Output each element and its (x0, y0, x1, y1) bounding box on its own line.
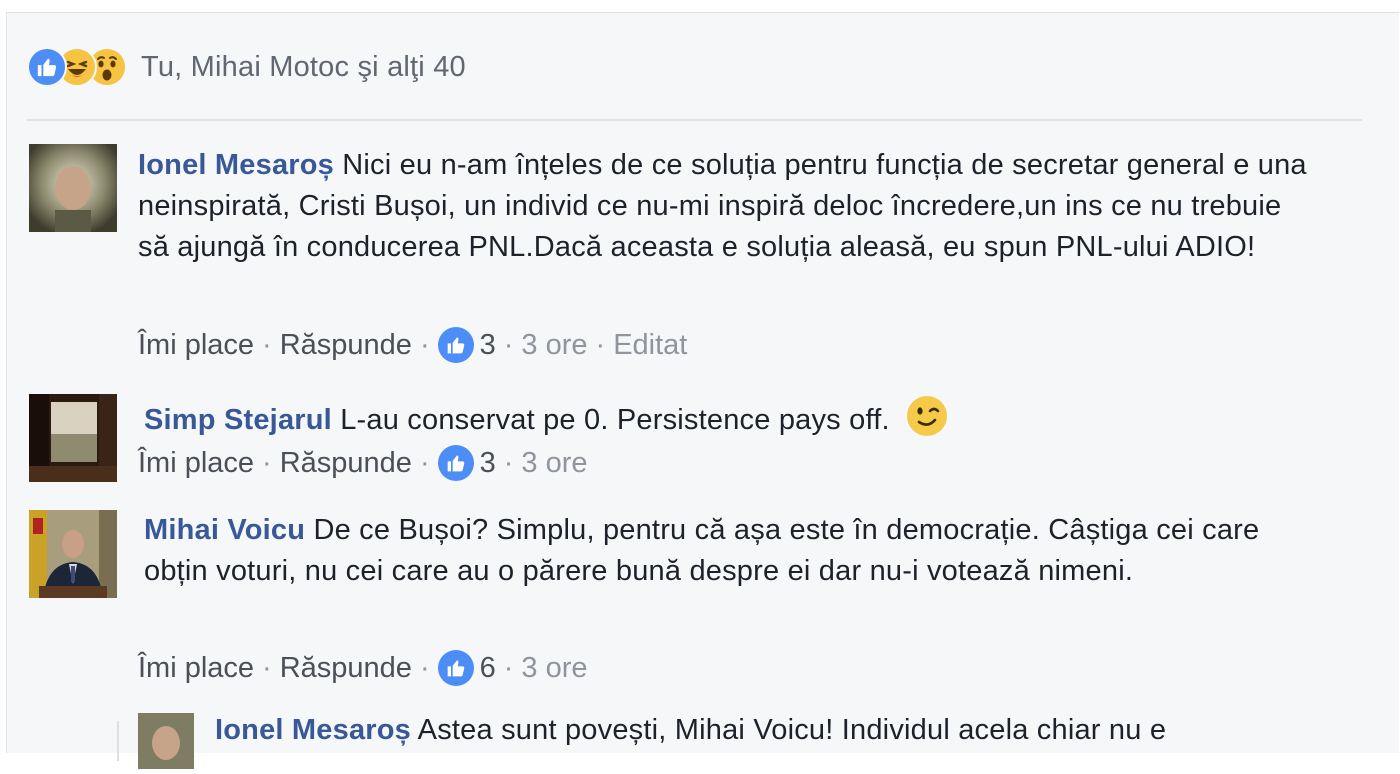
separator: · (262, 446, 272, 479)
separator: · (419, 651, 430, 684)
timestamp[interactable]: 3 ore (521, 447, 587, 480)
like-link[interactable]: Îmi place (138, 329, 254, 362)
separator: · (262, 328, 272, 361)
like-link[interactable]: Îmi place (138, 447, 254, 480)
comment-body: Ionel Mesaroș Astea sunt povești, Mihai … (215, 710, 1315, 751)
separator: · (503, 328, 514, 361)
comment-actions: Îmi place · Răspunde · 3 · 3 ore · Edita… (138, 327, 687, 363)
comment-author[interactable]: Simp Stejarul (144, 404, 332, 436)
avatar[interactable] (29, 394, 117, 482)
like-count[interactable]: 3 (480, 329, 496, 362)
reply-link[interactable]: Răspunde (280, 447, 412, 480)
avatar[interactable] (138, 713, 194, 769)
separator: · (419, 328, 430, 361)
comment-body: Simp Stejarul L-au conservat pe 0. Persi… (144, 395, 1324, 449)
comment-text: Astea sunt povești, Mihai Voicu! Individ… (417, 714, 1167, 746)
like-count[interactable]: 3 (480, 447, 496, 480)
comment-body: Mihai Voicu De ce Bușoi? Simplu, pentru … (144, 510, 1324, 592)
comment-author[interactable]: Ionel Mesaroș (138, 149, 334, 181)
comment-author[interactable]: Mihai Voicu (144, 514, 305, 546)
divider (27, 119, 1362, 121)
comment-actions: Îmi place · Răspunde · 6 · 3 ore (138, 650, 588, 686)
separator: · (419, 446, 430, 479)
comment-body: Ionel Mesaroș Nici eu n-am înțeles de ce… (138, 145, 1318, 268)
comment-actions: Îmi place · Răspunde · 3 · 3 ore (138, 445, 588, 481)
reactors-text[interactable]: Tu, Mihai Motoc şi alţi 40 (141, 51, 466, 84)
like-count-icon[interactable] (437, 445, 474, 481)
like-count[interactable]: 6 (480, 652, 496, 685)
comments-panel: Tu, Mihai Motoc şi alţi 40 Ionel Mesaroș… (6, 12, 1399, 769)
reply-thread-line (117, 721, 119, 761)
separator: · (262, 651, 272, 684)
comment-text: L-au conservat pe 0. Persistence pays of… (340, 404, 890, 436)
avatar[interactable] (29, 510, 117, 598)
edited-label[interactable]: Editat (613, 329, 687, 362)
reactions-summary[interactable]: Tu, Mihai Motoc şi alţi 40 (27, 47, 466, 87)
reply-link[interactable]: Răspunde (280, 329, 412, 362)
comment-text: De ce Bușoi? Simplu, pentru că așa este … (144, 514, 1260, 587)
like-count-icon[interactable] (437, 650, 474, 686)
separator: · (503, 446, 514, 479)
reply-link[interactable]: Răspunde (280, 652, 412, 685)
wink-emoji-icon (906, 395, 948, 449)
comment-author[interactable]: Ionel Mesaroș (215, 714, 411, 746)
like-icon (27, 47, 67, 87)
separator: · (503, 651, 514, 684)
timestamp[interactable]: 3 ore (521, 652, 587, 685)
separator: · (595, 328, 606, 361)
avatar[interactable] (29, 144, 117, 232)
timestamp[interactable]: 3 ore (521, 329, 587, 362)
like-count-icon[interactable] (437, 327, 474, 363)
like-link[interactable]: Îmi place (138, 652, 254, 685)
